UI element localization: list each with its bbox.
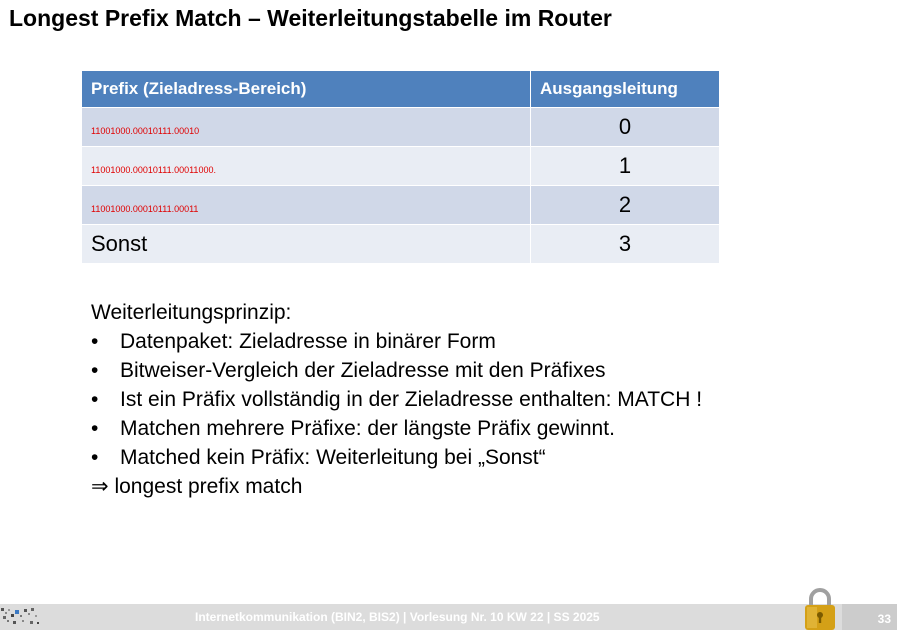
forwarding-table: Prefix (Zieladress-Bereich) Ausgangsleit… [81, 70, 720, 264]
university-logo-icon [0, 606, 42, 628]
port-cell: 1 [530, 146, 720, 186]
bullet-marker: • [91, 446, 99, 469]
port-cell: 3 [530, 224, 720, 264]
port-cell: 0 [530, 107, 720, 147]
column-header-port: Ausgangsleitung [530, 70, 720, 108]
bullet-text: Matchen mehrere Präfixe: der längste Prä… [120, 417, 615, 440]
page-number: 33 [877, 612, 891, 626]
prefix-cell: 11001000.00010111.00011000. [81, 146, 531, 186]
bullet-marker: • [91, 359, 99, 382]
bullet-marker: • [91, 417, 99, 440]
bullet-text: Ist ein Präfix vollständig in der Zielad… [120, 388, 703, 411]
table-header-row: Prefix (Zieladress-Bereich) Ausgangsleit… [81, 70, 720, 108]
conclusion-text: longest prefix match [114, 475, 303, 498]
bullet-item: • Matchen mehrere Präfixe: der längste Pr… [91, 414, 702, 443]
table-row: Sonst 3 [81, 224, 720, 264]
bullet-text: Bitweiser-Vergleich der Zieladresse mit … [120, 359, 606, 382]
table-row: 11001000.00010111.00010 0 [81, 107, 720, 147]
bullet-marker: • [91, 330, 99, 353]
padlock-icon [802, 588, 838, 630]
bullet-text: Matched kein Präfix: Weiterleitung bei „… [120, 446, 546, 469]
prefix-cell: Sonst [81, 224, 531, 264]
bullet-item: • Datenpaket: Zieladresse in binärer Form [91, 327, 702, 356]
bullet-marker: • [91, 388, 99, 411]
footer-text: Internetkommunikation (BIN2, BIS2) | Vor… [195, 610, 600, 624]
prefix-cell: 11001000.00010111.00010 [81, 107, 531, 147]
conclusion-line: ⇒ longest prefix match [91, 472, 702, 501]
bullet-text: Datenpaket: Zieladresse in binärer Form [120, 330, 496, 353]
implies-symbol: ⇒ [91, 475, 109, 498]
port-cell: 2 [530, 185, 720, 225]
table-row: 11001000.00010111.00011000. 1 [81, 146, 720, 186]
slide-title: Longest Prefix Match – Weiterleitungstab… [9, 5, 612, 31]
bullet-item: • Bitweiser-Vergleich der Zieladresse mit… [91, 356, 702, 385]
column-header-prefix: Prefix (Zieladress-Bereich) [81, 70, 531, 108]
bullet-item: • Matched kein Präfix: Weiterleitung bei … [91, 443, 702, 472]
table-row: 11001000.00010111.00011 2 [81, 185, 720, 225]
prefix-cell: 11001000.00010111.00011 [81, 185, 531, 225]
bullet-item: • Ist ein Präfix vollständig in der Ziela… [91, 385, 702, 414]
body-text: Weiterleitungsprinzip: • Datenpaket: Ziel… [91, 298, 702, 501]
body-heading: Weiterleitungsprinzip: [91, 301, 292, 324]
